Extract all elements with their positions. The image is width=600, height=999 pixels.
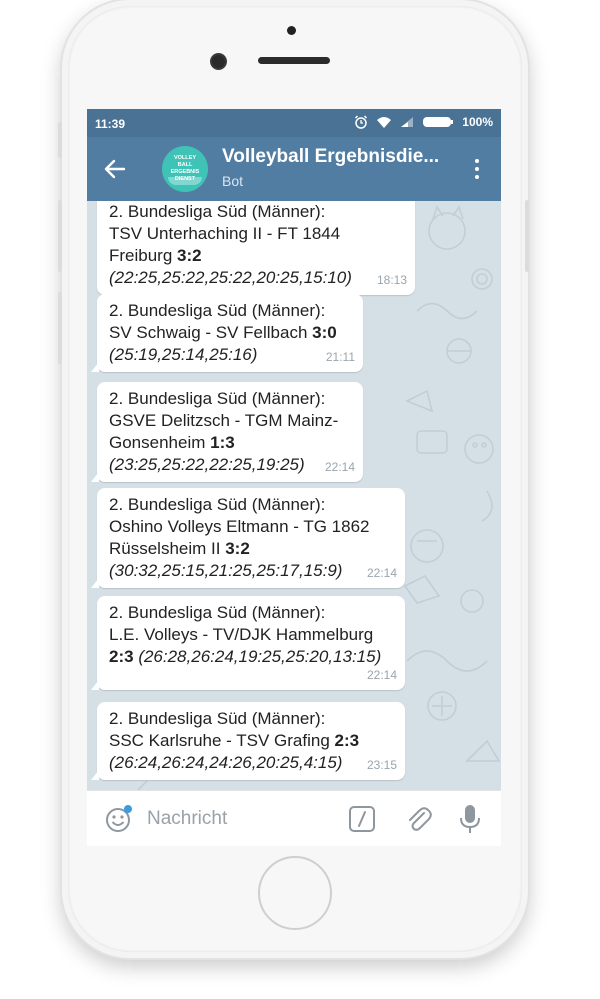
message-line: SV Schwaig - SV Fellbach 3:0 bbox=[109, 322, 351, 344]
message-line: Freiburg 3:2 bbox=[109, 245, 403, 267]
message-line: TSV Unterhaching II - FT 1844 bbox=[109, 224, 341, 243]
microphone-icon[interactable] bbox=[455, 803, 485, 835]
battery-percent: 100% bbox=[462, 115, 493, 129]
bubble-tail bbox=[91, 472, 99, 482]
message-bubble[interactable]: 2. Bundesliga Süd (Männer): Oshino Volle… bbox=[91, 488, 405, 588]
message-line: Gonsenheim 1:3 bbox=[109, 432, 351, 454]
message-line: (30:32,25:15,21:25,25:17,15:9) bbox=[109, 560, 393, 582]
match-teams: Freiburg bbox=[109, 246, 178, 265]
alarm-clock-icon bbox=[355, 115, 368, 129]
volleyball-shape bbox=[168, 177, 202, 185]
bubble-tail bbox=[91, 578, 99, 588]
message-line: 2:3 (26:28,26:24,19:25,25:20,13:15) bbox=[109, 646, 393, 668]
chat-subtitle: Bot bbox=[222, 173, 244, 189]
status-icons: 100% bbox=[354, 115, 493, 129]
message-time: 21:11 bbox=[325, 350, 355, 364]
match-teams: SSC Karlsruhe - TSV Grafing bbox=[109, 731, 335, 750]
message-line: 2. Bundesliga Süd (Männer): bbox=[109, 202, 326, 221]
message-line: 2. Bundesliga Süd (Männer): bbox=[109, 709, 326, 728]
bot-avatar[interactable]: VOLLEY BALL ERGEBNIS DIENST bbox=[162, 146, 208, 192]
match-teams: Gonsenheim bbox=[109, 433, 211, 452]
battery-icon bbox=[423, 117, 454, 127]
paperclip-icon[interactable] bbox=[403, 804, 433, 834]
bot-command-icon[interactable] bbox=[347, 804, 377, 834]
message-bubble[interactable]: 2. Bundesliga Süd (Männer): TSV Unterhac… bbox=[97, 201, 415, 295]
message-line: SSC Karlsruhe - TSV Grafing 2:3 bbox=[109, 730, 393, 752]
avatar-text-line: VOLLEY bbox=[173, 155, 196, 161]
message-bubble[interactable]: 2. Bundesliga Süd (Männer): SSC Karlsruh… bbox=[91, 702, 405, 780]
earpiece-speaker bbox=[258, 57, 330, 64]
wifi-icon bbox=[377, 116, 392, 128]
status-bar: 11:39 100% bbox=[87, 109, 501, 137]
message-time: 22:14 bbox=[324, 460, 355, 474]
message-line: 2. Bundesliga Süd (Männer): bbox=[109, 301, 326, 320]
chat-header: VOLLEY BALL ERGEBNIS DIENST Volleyball E… bbox=[87, 137, 501, 201]
set-results: (26:24,26:24,24:26,20:25,4:15) bbox=[109, 753, 343, 772]
emoji-icon[interactable] bbox=[103, 804, 133, 834]
status-time: 11:39 bbox=[95, 117, 126, 131]
message-line: Rüsselsheim II 3:2 bbox=[109, 538, 393, 560]
match-score: 2:3 bbox=[334, 731, 360, 750]
message-line: 2. Bundesliga Süd (Männer): bbox=[109, 389, 326, 408]
message-input[interactable] bbox=[145, 803, 339, 835]
message-time: 18:13 bbox=[376, 273, 407, 287]
bubble-tail bbox=[91, 362, 99, 372]
message-line: (23:25,25:22,22:25,19:25) bbox=[109, 454, 351, 476]
message-time: 22:14 bbox=[366, 566, 397, 580]
back-arrow-icon[interactable] bbox=[101, 155, 129, 183]
home-button[interactable] bbox=[258, 856, 332, 930]
bubble-tail bbox=[91, 680, 99, 690]
message-line: (25:19,25:14,25:16) bbox=[109, 344, 351, 366]
mute-switch bbox=[58, 122, 62, 158]
message-line: L.E. Volleys - TV/DJK Hammelburg bbox=[109, 625, 374, 644]
camera-dot bbox=[287, 26, 296, 35]
match-score: 2:3 bbox=[109, 647, 134, 666]
message-line: 2. Bundesliga Süd (Männer): bbox=[109, 603, 326, 622]
message-line: (26:24,26:24,24:26,20:25,4:15) bbox=[109, 752, 393, 774]
set-results: (23:25,25:22,22:25,19:25) bbox=[109, 455, 305, 474]
message-line: GSVE Delitzsch - TGM Mainz- bbox=[109, 411, 339, 430]
match-score: 1:3 bbox=[210, 433, 235, 452]
front-camera bbox=[212, 55, 225, 68]
match-score: 3:2 bbox=[225, 539, 250, 558]
message-time: 22:14 bbox=[366, 668, 397, 682]
message-line: Oshino Volleys Eltmann - TG 1862 bbox=[109, 517, 370, 536]
bubble-tail bbox=[91, 770, 99, 780]
set-results: (26:28,26:24,19:25,25:20,13:15) bbox=[138, 647, 382, 666]
set-results: (25:19,25:14,25:16) bbox=[109, 345, 258, 364]
power-button bbox=[525, 200, 529, 272]
chat-title[interactable]: Volleyball Ergebnisdie... bbox=[222, 146, 439, 168]
avatar-text-line: BALL bbox=[177, 162, 193, 168]
message-bubble[interactable]: 2. Bundesliga Süd (Männer): GSVE Delitzs… bbox=[91, 382, 363, 482]
message-bubble[interactable]: 2. Bundesliga Süd (Männer): L.E. Volleys… bbox=[91, 596, 405, 690]
message-line: 2. Bundesliga Süd (Männer): bbox=[109, 495, 326, 514]
message-bubble[interactable]: 2. Bundesliga Süd (Männer): SV Schwaig -… bbox=[91, 294, 363, 372]
set-results: (22:25,25:22,25:22,20:25,15:10) bbox=[109, 268, 352, 287]
signal-icon bbox=[401, 117, 414, 127]
match-teams: Rüsselsheim II bbox=[109, 539, 226, 558]
message-time: 23:15 bbox=[366, 758, 397, 772]
message-line: (22:25,25:22,25:22,20:25,15:10) bbox=[109, 267, 403, 289]
match-teams: SV Schwaig - SV Fellbach bbox=[109, 323, 313, 342]
volume-down-button bbox=[58, 292, 62, 364]
volume-up-button bbox=[58, 200, 62, 272]
match-score: 3:0 bbox=[312, 323, 337, 342]
more-menu-icon[interactable] bbox=[473, 157, 481, 183]
set-results: (30:32,25:15,21:25,25:17,15:9) bbox=[109, 561, 343, 580]
chat-area[interactable]: 2. Bundesliga Süd (Männer): TSV Unterhac… bbox=[87, 201, 501, 790]
avatar-text-line: ERGEBNIS bbox=[170, 169, 200, 175]
message-input-bar bbox=[87, 790, 501, 846]
match-score: 3:2 bbox=[177, 246, 202, 265]
screen: 11:39 100% VOLLEY BALL ERGEBNIS DIENST V… bbox=[87, 109, 501, 846]
